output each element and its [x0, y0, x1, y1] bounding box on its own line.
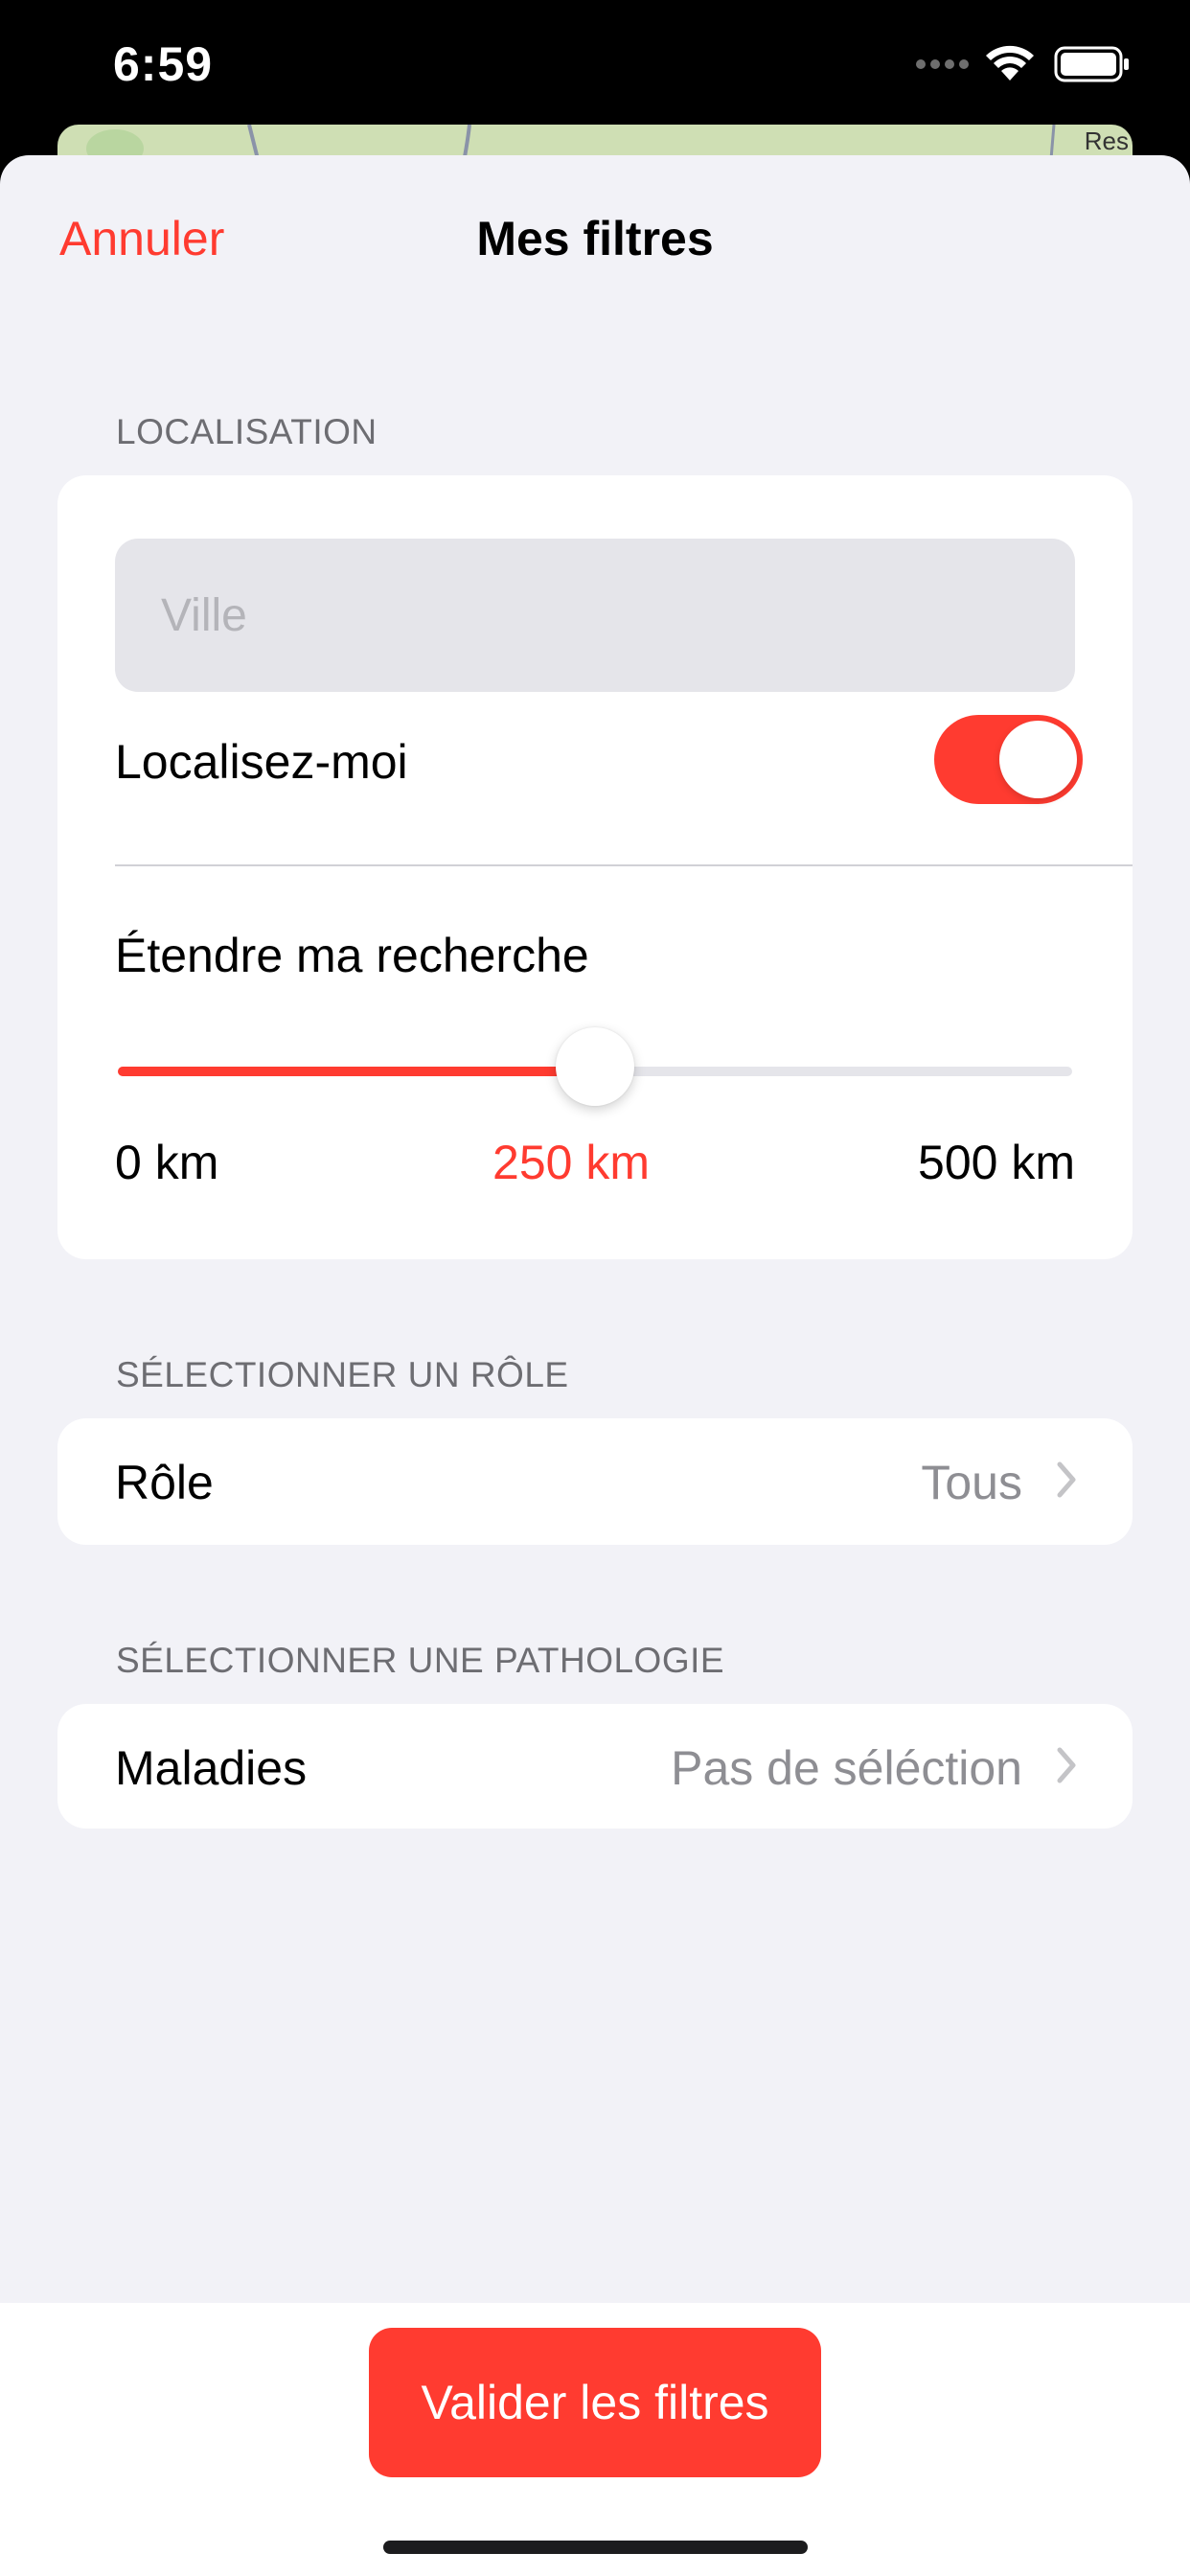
extend-search-label: Étendre ma recherche: [115, 929, 589, 982]
status-time: 6:59: [113, 37, 214, 91]
filters-sheet: Annuler Mes filtres LOCALISATION Localis…: [0, 155, 1190, 2576]
chevron-right-icon: [1056, 1460, 1077, 1504]
toggle-knob: [999, 721, 1077, 798]
distance-slider-thumb[interactable]: [556, 1027, 634, 1106]
distance-slider-fill: [118, 1067, 595, 1076]
role-section-header: SÉLECTIONNER UN RÔLE: [116, 1355, 569, 1394]
page-title: Mes filtres: [476, 212, 714, 265]
locate-me-toggle[interactable]: [934, 715, 1083, 804]
role-row[interactable]: Rôle Tous: [57, 1418, 1133, 1545]
diseases-row-label: Maladies: [115, 1741, 308, 1795]
city-input[interactable]: [115, 539, 1075, 692]
signal-icon: [915, 58, 971, 76]
pathology-section-header: SÉLECTIONNER UNE PATHOLOGIE: [116, 1641, 725, 1680]
home-indicator: [383, 2541, 808, 2554]
map-label: Res: [1084, 126, 1129, 155]
diseases-row[interactable]: Maladies Pas de séléction: [57, 1704, 1133, 1828]
role-row-label: Rôle: [115, 1456, 214, 1509]
location-section-header: LOCALISATION: [116, 412, 378, 451]
role-row-value: Tous: [921, 1456, 1022, 1509]
status-bar: 6:59: [0, 0, 1190, 144]
validate-filters-button[interactable]: Valider les filtres: [369, 2328, 821, 2477]
chevron-right-icon: [1056, 1746, 1077, 1789]
location-card: Localisez-moi Étendre ma recherche 0 km …: [57, 475, 1133, 1259]
slider-max-label: 500 km: [918, 1136, 1075, 1189]
locate-me-label: Localisez-moi: [115, 735, 408, 789]
bottom-bar: Valider les filtres: [0, 2303, 1190, 2576]
divider: [115, 864, 1133, 866]
wifi-icon: [985, 44, 1035, 87]
battery-icon: [1054, 46, 1131, 87]
diseases-row-value: Pas de séléction: [671, 1741, 1022, 1795]
